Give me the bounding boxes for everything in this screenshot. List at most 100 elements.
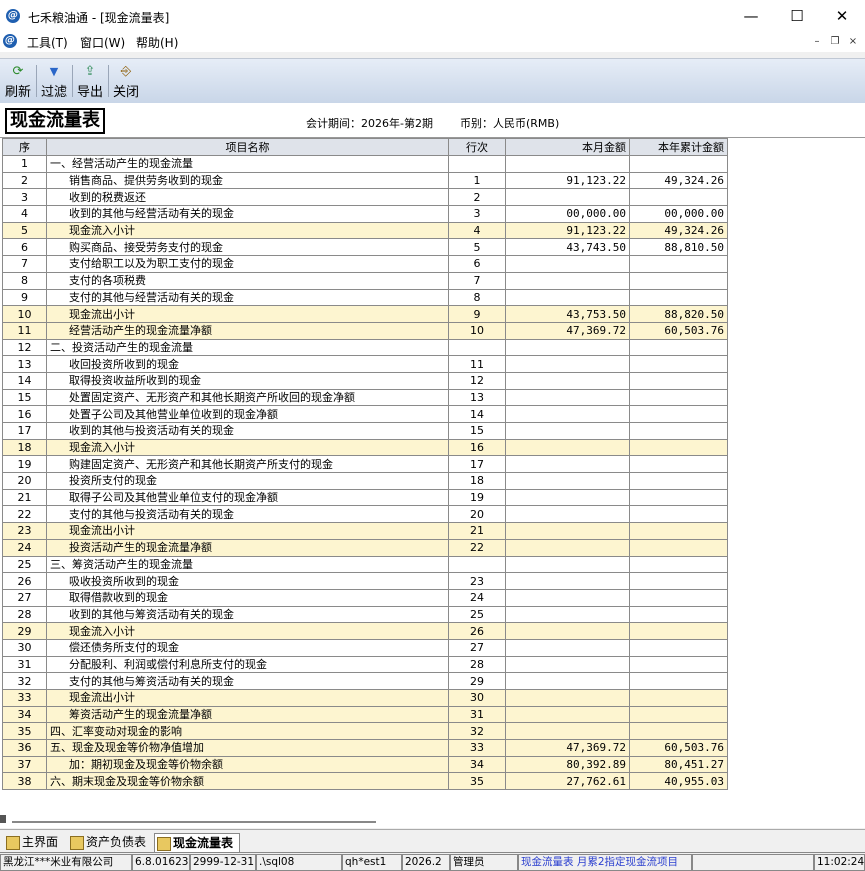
cell-line-no[interactable]: 12 (448, 371, 506, 390)
cell-month-amount[interactable] (505, 422, 630, 440)
cell-seq[interactable]: 23 (2, 522, 47, 540)
cell-item-name[interactable]: 现金流出小计 (46, 522, 449, 540)
cell-item-name[interactable]: 现金流入小计 (46, 438, 449, 457)
cell-seq[interactable]: 30 (2, 638, 47, 657)
cell-month-amount[interactable] (505, 271, 630, 290)
tab-cash-flow[interactable]: 现金流量表 (154, 833, 241, 852)
cell-item-name[interactable]: 偿还债务所支付的现金 (46, 638, 449, 657)
cell-line-no[interactable]: 5 (448, 238, 506, 257)
cell-seq[interactable]: 31 (2, 655, 47, 674)
cell-month-amount[interactable]: 43,753.50 (505, 305, 630, 323)
cell-seq[interactable]: 34 (2, 705, 47, 724)
cell-seq[interactable]: 33 (2, 689, 47, 707)
cell-month-amount[interactable] (505, 638, 630, 657)
cell-month-amount[interactable] (505, 588, 630, 607)
mdi-restore-button[interactable]: ❐ (828, 35, 842, 49)
table-row[interactable]: 35 四、汇率变动对现金的影响 32 (2, 722, 728, 741)
cell-line-no[interactable]: 17 (448, 455, 506, 474)
cell-item-name[interactable]: 处置子公司及其他营业单位收到的现金净额 (46, 405, 449, 423)
cell-month-amount[interactable] (505, 255, 630, 273)
cell-item-name[interactable]: 六、期末现金及现金等价物余额 (46, 772, 449, 791)
table-row[interactable]: 38 六、期末现金及现金等价物余额 35 27,762.61 40,955.03 (2, 772, 728, 791)
cell-seq[interactable]: 27 (2, 588, 47, 607)
table-row[interactable]: 18 现金流入小计 16 (2, 438, 728, 457)
cell-item-name[interactable]: 现金流出小计 (46, 305, 449, 323)
cell-line-no[interactable]: 2 (448, 188, 506, 207)
cell-ytd-amount[interactable]: 49,324.26 (629, 221, 728, 240)
cell-month-amount[interactable] (505, 572, 630, 590)
table-row[interactable]: 14 取得投资收益所收到的现金 12 (2, 371, 728, 390)
maximize-button[interactable]: ☐ (774, 0, 820, 32)
cell-seq[interactable]: 8 (2, 271, 47, 290)
cell-item-name[interactable]: 一、经营活动产生的现金流量 (46, 155, 449, 173)
cell-item-name[interactable]: 三、筹资活动产生的现金流量 (46, 555, 449, 574)
table-row[interactable]: 15 处置固定资产、无形资产和其他长期资产所收回的现金净额 13 (2, 388, 728, 407)
cell-ytd-amount[interactable] (629, 371, 728, 390)
cell-item-name[interactable]: 收到的其他与投资活动有关的现金 (46, 422, 449, 440)
horizontal-scrollbar[interactable] (0, 815, 400, 825)
cell-ytd-amount[interactable] (629, 655, 728, 674)
tab-main[interactable]: 主界面 (4, 833, 58, 851)
cell-month-amount[interactable]: 91,123.22 (505, 221, 630, 240)
table-row[interactable]: 36 五、现金及现金等价物净值增加 33 47,369.72 60,503.76 (2, 739, 728, 757)
table-row[interactable]: 4 收到的其他与经营活动有关的现金 3 00,000.00 00,000.00 (2, 205, 728, 223)
table-row[interactable]: 21 取得子公司及其他营业单位支付的现金净额 19 (2, 488, 728, 507)
cell-seq[interactable]: 24 (2, 538, 47, 557)
table-row[interactable]: 19 购建固定资产、无形资产和其他长期资产所支付的现金 17 (2, 455, 728, 474)
cell-month-amount[interactable]: 43,743.50 (505, 238, 630, 257)
cell-ytd-amount[interactable] (629, 672, 728, 690)
cell-line-no[interactable] (448, 155, 506, 173)
table-row[interactable]: 13 收回投资所收到的现金 11 (2, 355, 728, 373)
cell-month-amount[interactable]: 00,000.00 (505, 205, 630, 223)
cell-seq[interactable]: 4 (2, 205, 47, 223)
cell-ytd-amount[interactable] (629, 505, 728, 524)
cell-item-name[interactable]: 支付的其他与筹资活动有关的现金 (46, 672, 449, 690)
filter-button[interactable]: ▼ 过滤 (39, 61, 69, 101)
cell-line-no[interactable]: 33 (448, 739, 506, 757)
table-row[interactable]: 30 偿还债务所支付的现金 27 (2, 638, 728, 657)
cell-seq[interactable]: 21 (2, 488, 47, 507)
cell-item-name[interactable]: 经营活动产生的现金流量净额 (46, 321, 449, 340)
cell-seq[interactable]: 6 (2, 238, 47, 257)
cell-line-no[interactable]: 32 (448, 722, 506, 741)
cell-ytd-amount[interactable] (629, 572, 728, 590)
cell-month-amount[interactable]: 91,123.22 (505, 171, 630, 190)
cell-item-name[interactable]: 购买商品、接受劳务支付的现金 (46, 238, 449, 257)
cell-month-amount[interactable] (505, 538, 630, 557)
cell-ytd-amount[interactable] (629, 638, 728, 657)
cell-ytd-amount[interactable] (629, 438, 728, 457)
cell-item-name[interactable]: 投资所支付的现金 (46, 472, 449, 490)
mdi-close-button[interactable]: × (846, 35, 860, 49)
cell-ytd-amount[interactable]: 88,810.50 (629, 238, 728, 257)
cell-ytd-amount[interactable] (629, 405, 728, 423)
mdi-minimize-button[interactable]: – (810, 35, 824, 49)
cell-month-amount[interactable] (505, 405, 630, 423)
cell-ytd-amount[interactable]: 40,955.03 (629, 772, 728, 791)
table-row[interactable]: 10 现金流出小计 9 43,753.50 88,820.50 (2, 305, 728, 323)
cell-seq[interactable]: 17 (2, 422, 47, 440)
table-row[interactable]: 8 支付的各项税费 7 (2, 271, 728, 290)
cell-item-name[interactable]: 销售商品、提供劳务收到的现金 (46, 171, 449, 190)
cell-line-no[interactable]: 10 (448, 321, 506, 340)
cell-ytd-amount[interactable] (629, 455, 728, 474)
scroll-left-icon[interactable] (0, 815, 6, 823)
cell-month-amount[interactable] (505, 555, 630, 574)
cell-item-name[interactable]: 支付的其他与经营活动有关的现金 (46, 288, 449, 307)
cell-item-name[interactable]: 分配股利、利润或偿付利息所支付的现金 (46, 655, 449, 674)
cell-item-name[interactable]: 二、投资活动产生的现金流量 (46, 338, 449, 357)
table-row[interactable]: 28 收到的其他与筹资活动有关的现金 25 (2, 605, 728, 624)
cell-seq[interactable]: 19 (2, 455, 47, 474)
table-row[interactable]: 33 现金流出小计 30 (2, 689, 728, 707)
cell-line-no[interactable]: 23 (448, 572, 506, 590)
table-row[interactable]: 23 现金流出小计 21 (2, 522, 728, 540)
table-row[interactable]: 12 二、投资活动产生的现金流量 (2, 338, 728, 357)
cell-item-name[interactable]: 支付的其他与投资活动有关的现金 (46, 505, 449, 524)
cell-month-amount[interactable] (505, 672, 630, 690)
cell-line-no[interactable]: 22 (448, 538, 506, 557)
cell-line-no[interactable]: 26 (448, 622, 506, 640)
cell-seq[interactable]: 7 (2, 255, 47, 273)
col-header-month[interactable]: 本月金额 (505, 138, 630, 156)
cell-seq[interactable]: 11 (2, 321, 47, 340)
cell-month-amount[interactable] (505, 505, 630, 524)
cell-item-name[interactable]: 收到的其他与筹资活动有关的现金 (46, 605, 449, 624)
